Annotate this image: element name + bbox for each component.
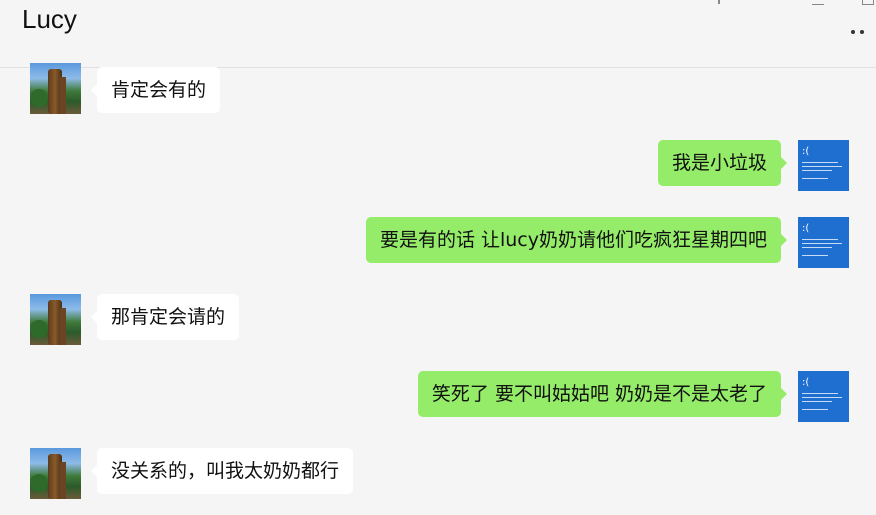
message-row: 我是小垃圾 :( [0, 140, 876, 191]
bush [30, 320, 48, 338]
outgoing-message-bubble[interactable]: 笑死了 要不叫姑姑吧 奶奶是不是太老了 [417, 371, 788, 417]
chat-header: Lucy [0, 0, 876, 68]
bush [30, 474, 48, 492]
text-line [802, 409, 828, 410]
tree-trunk [60, 462, 66, 499]
text-line [802, 178, 828, 179]
incoming-message-bubble[interactable]: 没关系的，叫我太奶奶都行 [90, 448, 354, 494]
message-row: 那肯定会请的 [0, 294, 876, 345]
outgoing-message-bubble[interactable]: 我是小垃圾 [657, 140, 788, 186]
contact-name-title: Lucy [22, 4, 77, 34]
bush [30, 89, 48, 107]
tree-photo-avatar [30, 294, 81, 345]
self-avatar[interactable]: :( [798, 371, 849, 422]
message-row: 没关系的，叫我太奶奶都行 [0, 448, 876, 499]
contact-avatar[interactable] [30, 294, 81, 345]
window-control[interactable] [718, 0, 720, 4]
incoming-message-bubble[interactable]: 肯定会有的 [90, 67, 221, 113]
tree-trunk [60, 77, 66, 114]
text-line [802, 401, 832, 402]
self-avatar[interactable]: :( [798, 217, 849, 268]
sad-face-text: :( [802, 146, 810, 157]
blue-screen-avatar: :( [798, 140, 849, 191]
incoming-message-bubble[interactable]: 那肯定会请的 [90, 294, 240, 340]
maximize-button[interactable] [862, 0, 874, 5]
tree-photo-avatar [30, 63, 81, 114]
text-line [802, 247, 832, 248]
sad-face-text: :( [802, 223, 810, 234]
text-line [802, 243, 842, 244]
tree-photo-avatar [30, 448, 81, 499]
minimize-button[interactable] [812, 0, 824, 5]
tree-trunk [60, 308, 66, 345]
message-row: 肯定会有的 [0, 63, 876, 114]
text-line [802, 393, 838, 394]
text-line [802, 166, 842, 167]
text-line [802, 162, 838, 163]
text-line [802, 170, 832, 171]
dot [851, 30, 855, 34]
text-line [802, 239, 838, 240]
self-avatar[interactable]: :( [798, 140, 849, 191]
chat-window: Lucy 肯定会有的 我是小垃圾 :(要是有的话 让lucy奶奶请他们吃疯狂星… [0, 0, 876, 515]
message-row: 要是有的话 让lucy奶奶请他们吃疯狂星期四吧 :( [0, 217, 876, 268]
blue-screen-avatar: :( [798, 371, 849, 422]
blue-screen-avatar: :( [798, 217, 849, 268]
text-line [802, 255, 828, 256]
message-row: 笑死了 要不叫姑姑吧 奶奶是不是太老了 :( [0, 371, 876, 422]
outgoing-message-bubble[interactable]: 要是有的话 让lucy奶奶请他们吃疯狂星期四吧 [365, 217, 788, 263]
text-line [802, 397, 842, 398]
dot [860, 30, 864, 34]
more-dots-icon[interactable] [848, 22, 870, 42]
sad-face-text: :( [802, 377, 810, 388]
contact-avatar[interactable] [30, 448, 81, 499]
contact-avatar[interactable] [30, 63, 81, 114]
